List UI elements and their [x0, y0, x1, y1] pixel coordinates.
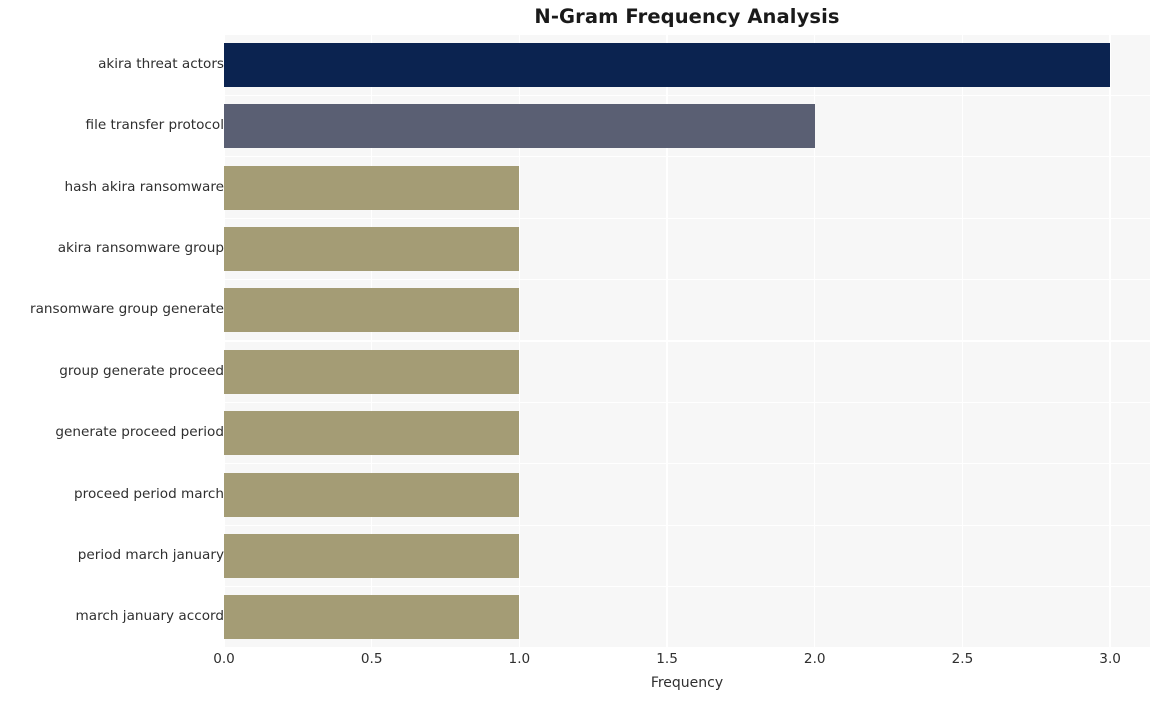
- bar: [224, 411, 520, 456]
- y-axis-tick-label: hash akira ransomware: [64, 178, 224, 195]
- gridline-horizontal: [224, 34, 1150, 35]
- gridline-horizontal: [224, 401, 1150, 404]
- bar: [224, 226, 520, 271]
- x-axis-tick-label: 2.0: [803, 651, 826, 667]
- x-axis-tick-labels: 0.0 0.5 1.0 1.5 2.0 2.5 3.0: [0, 652, 1164, 676]
- x-axis-tick-label: 1.5: [656, 651, 678, 667]
- bar: [224, 165, 520, 210]
- gridline-horizontal: [224, 156, 1150, 158]
- bar: [224, 472, 520, 517]
- bar: [224, 104, 815, 149]
- chart-figure: N-Gram Frequency Analysis akira threat a…: [0, 0, 1164, 701]
- y-axis-tick-label: march january accord: [75, 608, 224, 625]
- bar: [224, 349, 520, 394]
- y-axis-tick-label: file transfer protocol: [85, 117, 224, 134]
- x-axis-tick-label: 0.0: [213, 651, 235, 667]
- y-axis-tick-label: proceed period march: [74, 485, 224, 502]
- gridline-horizontal: [224, 340, 1150, 342]
- x-axis-tick-label: 3.0: [1099, 651, 1121, 667]
- chart-title: N-Gram Frequency Analysis: [534, 5, 840, 28]
- bar: [224, 595, 520, 640]
- gridline-horizontal: [224, 585, 1150, 588]
- bar: [224, 42, 1111, 87]
- bar: [224, 533, 520, 578]
- x-axis-title: Frequency: [650, 675, 724, 691]
- gridline-horizontal: [224, 647, 1150, 648]
- y-axis-tick-label: group generate proceed: [59, 362, 224, 379]
- plot-area: [224, 34, 1150, 648]
- y-axis-tick-label: akira ransomware group: [57, 239, 224, 256]
- gridline-horizontal: [224, 217, 1150, 219]
- gridline-horizontal: [224, 524, 1150, 526]
- gridline-horizontal: [224, 463, 1150, 465]
- gridline-horizontal: [224, 94, 1150, 97]
- gridline-horizontal: [224, 278, 1150, 281]
- y-axis-tick-label: period march january: [77, 546, 224, 563]
- y-axis-tick-label: generate proceed period: [55, 424, 224, 441]
- x-axis-tick-label: 2.5: [951, 651, 974, 667]
- y-axis-tick-labels: akira threat actors file transfer protoco…: [0, 34, 224, 648]
- x-axis-tick-label: 1.0: [508, 651, 531, 667]
- y-axis-tick-label: ransomware group generate: [30, 301, 224, 318]
- y-axis-tick-label: akira threat actors: [98, 55, 224, 72]
- bar: [224, 288, 520, 333]
- x-axis-tick-label: 0.5: [360, 651, 383, 667]
